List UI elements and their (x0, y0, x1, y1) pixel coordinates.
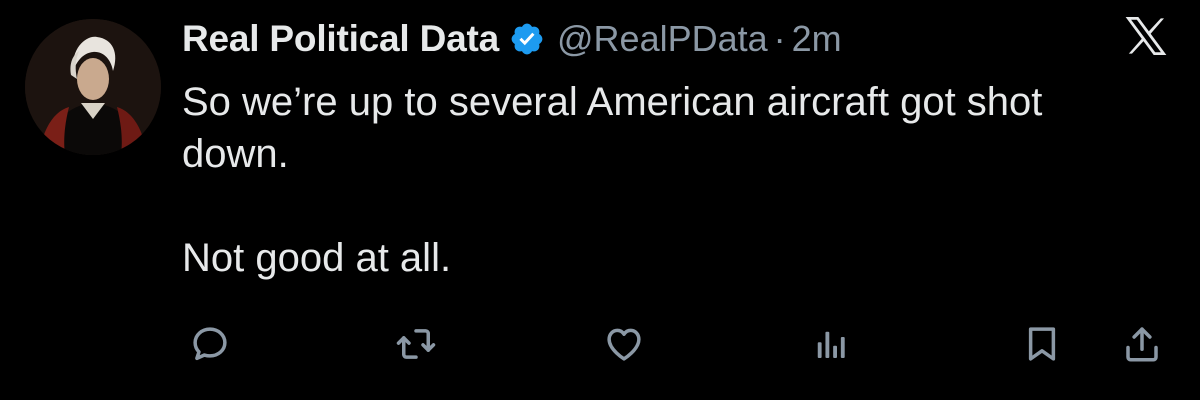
views-button[interactable] (806, 320, 854, 368)
timestamp[interactable]: 2m (792, 18, 842, 60)
tweet-text: So we’re up to several American aircraft… (182, 80, 1043, 280)
tweet-actions (0, 320, 1200, 376)
avatar-portrait-image (25, 19, 161, 155)
tweet-card[interactable]: Real Political Data @RealPData · 2m So w… (0, 0, 1200, 400)
bookmark-button[interactable] (1018, 320, 1066, 368)
bookmark-icon (1028, 327, 1056, 361)
share-button[interactable] (1118, 320, 1166, 368)
heart-icon (607, 328, 641, 361)
x-logo-icon (1122, 12, 1170, 60)
reply-button[interactable] (186, 320, 234, 368)
share-icon (1126, 327, 1158, 362)
author-handle[interactable]: @RealPData (557, 18, 768, 60)
avatar[interactable] (25, 19, 161, 155)
verified-badge-icon (509, 21, 545, 57)
views-icon (817, 331, 845, 358)
tweet-header: Real Political Data @RealPData · 2m (182, 14, 842, 64)
separator-dot: · (773, 18, 786, 59)
author-name[interactable]: Real Political Data (182, 18, 499, 60)
reply-icon (193, 327, 227, 361)
like-button[interactable] (600, 320, 648, 368)
retweet-button[interactable] (392, 320, 440, 368)
retweet-icon (396, 329, 436, 359)
